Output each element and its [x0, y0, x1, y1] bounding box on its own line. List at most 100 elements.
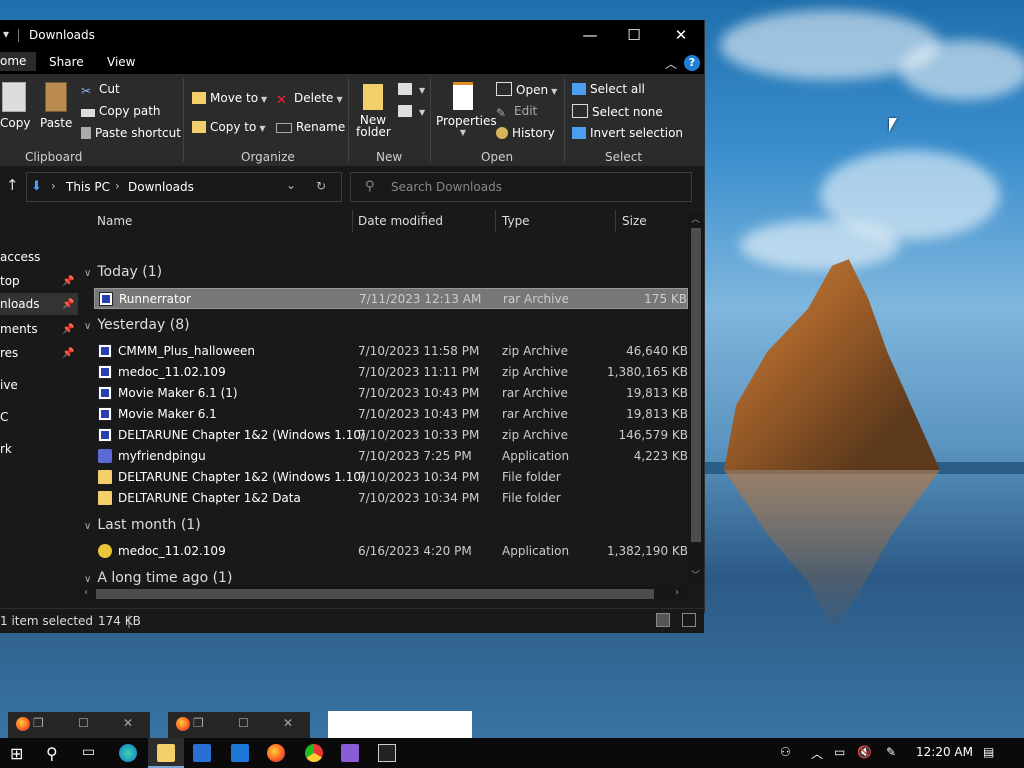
paste-shortcut-button[interactable]: Paste shortcut	[81, 126, 181, 140]
rename-button[interactable]: Rename	[276, 120, 345, 134]
history-chevron-down-icon[interactable]: ⌄	[286, 178, 296, 192]
vertical-scroll-thumb[interactable]	[691, 228, 701, 542]
horizontal-scroll-thumb[interactable]	[96, 589, 654, 599]
firefox-icon[interactable]	[267, 744, 285, 762]
file-row[interactable]: Movie Maker 6.1 7/10/2023 10:43 PM rar A…	[94, 404, 688, 425]
minimize-button[interactable]: —	[567, 20, 613, 52]
maximize-icon[interactable]: ☐	[78, 716, 89, 730]
search-box[interactable]: ⚲	[350, 172, 692, 202]
pen-icon[interactable]: ✎	[886, 745, 896, 759]
people-icon[interactable]: ⚇	[780, 745, 791, 759]
details-view-icon[interactable]	[656, 613, 670, 627]
scroll-up-arrow-icon[interactable]: ︿	[691, 212, 700, 225]
firefox-thumbnail-1[interactable]: ❐ ☐ ✕	[8, 712, 150, 738]
help-icon[interactable]: ?	[684, 55, 700, 71]
column-header-size[interactable]: Size	[622, 214, 647, 228]
task-view-icon[interactable]: ▭	[82, 744, 100, 762]
command-prompt-icon[interactable]	[378, 744, 396, 762]
select-all-button[interactable]: Select all	[572, 82, 645, 96]
easy-access-button[interactable]: ▼	[398, 104, 425, 118]
column-header-type[interactable]: Type	[502, 214, 530, 228]
close-icon[interactable]: ✕	[123, 716, 133, 730]
nav-item-onedrive[interactable]: ive	[0, 378, 18, 392]
tab-view[interactable]: View	[107, 55, 135, 69]
scroll-left-arrow-icon[interactable]: ‹	[84, 587, 88, 598]
column-header-name[interactable]: Name	[97, 214, 132, 228]
blank-thumbnail[interactable]	[328, 711, 472, 738]
file-row[interactable]: DELTARUNE Chapter 1&2 (Windows 1.10) 7/1…	[94, 467, 688, 488]
delete-button[interactable]: ✕ Delete ▼	[276, 91, 343, 108]
edge-icon[interactable]	[119, 744, 137, 762]
tab-share[interactable]: Share	[49, 55, 84, 69]
edit-button[interactable]: ✎ Edit	[496, 104, 537, 120]
nav-item-quick-access[interactable]: access	[0, 250, 40, 264]
firefox-thumbnail-2[interactable]: ❐ ☐ ✕	[168, 712, 310, 738]
group-header-today[interactable]: ∨ Today (1)	[84, 264, 162, 280]
file-row[interactable]: CMMM_Plus_halloween 7/10/2023 11:58 PM z…	[94, 341, 688, 362]
folder-icon	[98, 470, 112, 484]
chrome-icon[interactable]	[305, 744, 323, 762]
group-header-long-time-ago[interactable]: ∨ A long time ago (1)	[84, 570, 232, 586]
group-header-yesterday[interactable]: ∨ Yesterday (8)	[84, 317, 190, 333]
store-icon[interactable]	[193, 744, 211, 762]
chevron-up-icon[interactable]: ︿	[811, 745, 823, 762]
cut-button[interactable]: ✂ Cut	[81, 82, 120, 98]
copy-to-button[interactable]: Copy to ▼	[192, 120, 265, 134]
nav-item-this-pc[interactable]: C	[0, 410, 8, 424]
close-button[interactable]: ✕	[658, 20, 704, 52]
invert-selection-button[interactable]: Invert selection	[572, 126, 683, 140]
maximize-icon[interactable]: ☐	[238, 716, 249, 730]
history-button[interactable]: History	[496, 126, 555, 140]
file-row[interactable]: medoc_11.02.109 6/16/2023 4:20 PM Applic…	[94, 541, 688, 562]
vertical-scrollbar[interactable]: ︿ ﹀	[688, 212, 704, 584]
nav-item-pictures[interactable]: res	[0, 346, 18, 360]
column-header-date-modified[interactable]: Date modified	[358, 214, 443, 228]
scroll-down-arrow-icon[interactable]: ﹀	[691, 568, 700, 581]
large-icons-view-icon[interactable]	[682, 613, 696, 627]
volume-muted-icon[interactable]: 🔇	[857, 745, 872, 759]
quick-access-dropdown-icon[interactable]: ▾	[3, 27, 9, 41]
paste-button[interactable]: Paste	[40, 82, 72, 130]
search-icon[interactable]: ⚲	[46, 744, 64, 763]
pin-icon: 📌	[62, 299, 75, 310]
new-folder-button[interactable]: New folder	[356, 84, 391, 138]
select-all-icon	[572, 83, 586, 95]
up-arrow-icon[interactable]: ↑	[6, 176, 19, 194]
windows-start-icon[interactable]: ⊞	[10, 744, 28, 763]
address-bar[interactable]: ⬇ › This PC › Downloads ⌄ ↻	[26, 172, 342, 202]
file-row[interactable]: DELTARUNE Chapter 1&2 (Windows 1.10) 7/1…	[94, 425, 688, 446]
properties-button[interactable]: Properties ▼	[436, 82, 497, 137]
collapse-ribbon-icon[interactable]: ︿	[665, 55, 677, 72]
copy-button[interactable]: Copy	[0, 82, 30, 130]
select-none-button[interactable]: Select none	[572, 104, 663, 119]
nav-item-network[interactable]: rk	[0, 442, 12, 456]
breadcrumb-this-pc[interactable]: This PC	[66, 180, 110, 194]
file-row[interactable]: DELTARUNE Chapter 1&2 Data 7/10/2023 10:…	[94, 488, 688, 509]
maximize-button[interactable]: ☐	[611, 20, 657, 52]
action-center-icon[interactable]: ▤	[983, 745, 994, 759]
title-bar[interactable]: ▾ Downloads — ☐ ✕	[0, 20, 704, 52]
nav-item-desktop[interactable]: top	[0, 274, 20, 288]
new-item-button[interactable]: ▼	[398, 82, 425, 96]
file-row[interactable]: myfriendpingu 7/10/2023 7:25 PM Applicat…	[94, 446, 688, 467]
move-to-button[interactable]: Move to ▼	[192, 91, 267, 105]
group-header-last-month[interactable]: ∨ Last month (1)	[84, 517, 201, 533]
copy-path-button[interactable]: Copy path	[81, 104, 161, 118]
mail-icon[interactable]	[231, 744, 249, 762]
close-icon[interactable]: ✕	[283, 716, 293, 730]
horizontal-scrollbar[interactable]: ‹ ›	[80, 586, 688, 602]
search-input[interactable]	[389, 178, 683, 196]
file-explorer-icon[interactable]	[157, 744, 175, 762]
file-row[interactable]: Movie Maker 6.1 (1) 7/10/2023 10:43 PM r…	[94, 383, 688, 404]
refresh-icon[interactable]: ↻	[316, 179, 326, 193]
breadcrumb-downloads[interactable]: Downloads	[128, 180, 194, 194]
file-row[interactable]: medoc_11.02.109 7/10/2023 11:11 PM zip A…	[94, 362, 688, 383]
nav-item-documents[interactable]: ments	[0, 322, 38, 336]
network-icon[interactable]: ▭	[834, 745, 845, 759]
file-row[interactable]: Runnerrator 7/11/2023 12:13 AM rar Archi…	[94, 288, 688, 309]
open-button[interactable]: Open ▼	[496, 82, 557, 97]
tab-home[interactable]: ome	[0, 52, 37, 71]
visual-studio-icon[interactable]	[341, 744, 359, 762]
scroll-right-arrow-icon[interactable]: ›	[675, 587, 679, 598]
taskbar-clock[interactable]: 12:20 AM	[916, 745, 973, 759]
